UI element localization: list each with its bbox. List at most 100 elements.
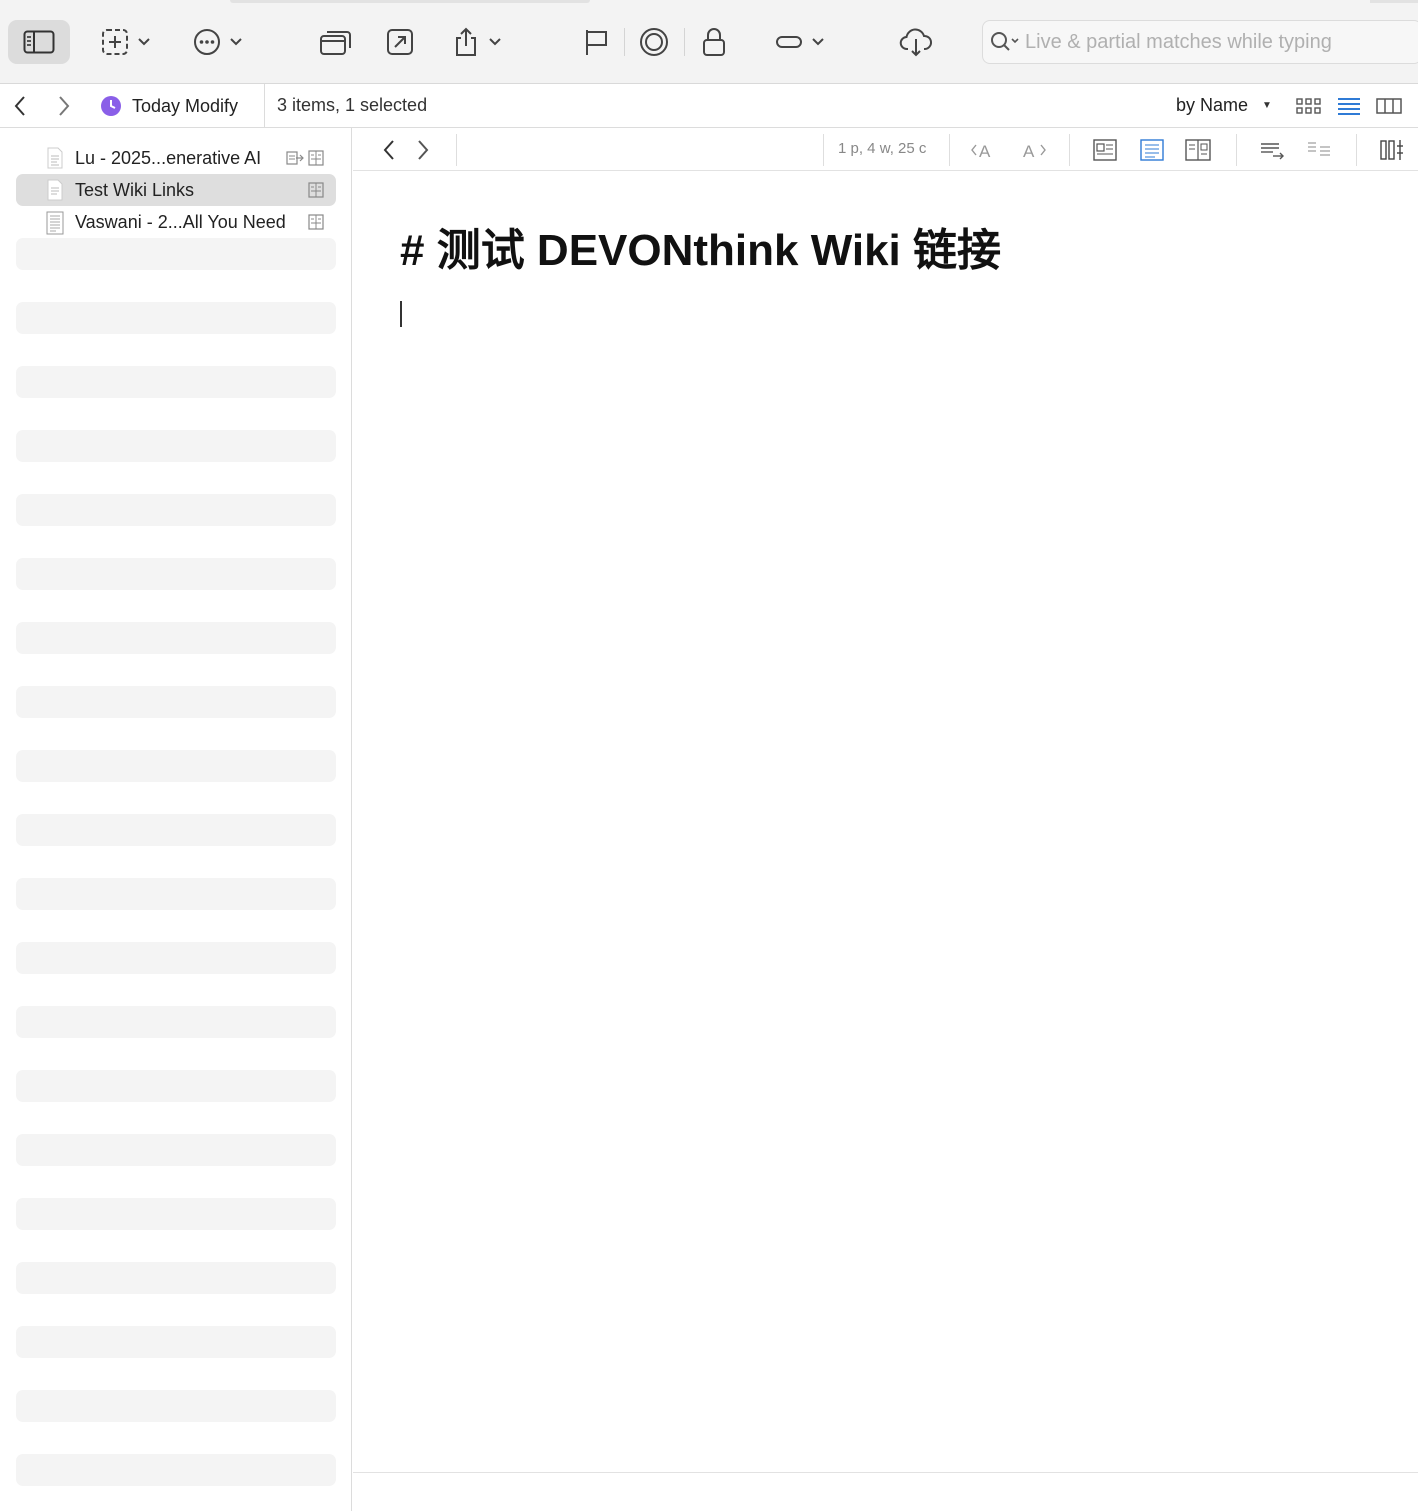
mark-button[interactable]: [636, 20, 672, 64]
split-view-icon: [1185, 139, 1211, 161]
chevron-left-icon: [383, 140, 394, 160]
document-list: Lu - 2025...enerative AI Test Wiki Links…: [0, 128, 352, 1511]
source-view-icon: [1093, 139, 1117, 161]
open-external-icon: [387, 29, 413, 55]
editor-separator: [1356, 134, 1357, 166]
editor-forward-button[interactable]: [408, 135, 438, 165]
empty-row: [16, 302, 336, 334]
main-toolbar: [0, 0, 1418, 84]
editor-back-button[interactable]: [374, 135, 404, 165]
empty-row: [16, 558, 336, 590]
sidebar-icon: [23, 30, 55, 54]
list-view-icon: [1338, 98, 1360, 115]
increase-font-icon: A: [1023, 142, 1046, 160]
insert-text-icon: [1261, 143, 1284, 160]
empty-row: [16, 878, 336, 910]
new-item-button[interactable]: [96, 20, 156, 64]
text-cursor: [400, 301, 402, 327]
list-item-label: Test Wiki Links: [75, 180, 195, 200]
list-view-button[interactable]: [1334, 92, 1364, 120]
selection-status: 3 items, 1 selected: [277, 95, 428, 115]
list-item-label: Vaswani - 2...All You Need: [75, 212, 286, 232]
label-icon: [776, 36, 802, 48]
empty-row: [16, 1262, 336, 1294]
text-view-icon: [1140, 139, 1164, 161]
empty-row: [16, 430, 336, 462]
column-view-button[interactable]: [1374, 92, 1404, 120]
link-out-icon: [286, 151, 304, 165]
window-top-accent-right: [1370, 0, 1418, 3]
document-editor: 1 p, 4 w, 25 c A A # 测试 DEVONthink Wiki …: [353, 128, 1418, 1511]
open-window-button[interactable]: [316, 20, 356, 64]
empty-row: [16, 1006, 336, 1038]
outline-icon: [1308, 142, 1330, 156]
sync-button[interactable]: [896, 20, 936, 64]
markdown-doc-icon: [47, 147, 63, 169]
increase-font-button[interactable]: A: [1017, 135, 1051, 165]
back-button[interactable]: [6, 92, 34, 120]
text-view-button[interactable]: [1137, 135, 1167, 165]
split-view-button[interactable]: [1183, 135, 1213, 165]
chevron-down-icon: [812, 38, 824, 46]
chevron-right-icon: [418, 140, 429, 160]
svg-text:A: A: [979, 142, 991, 160]
empty-row: [16, 494, 336, 526]
insert-link-button[interactable]: [1257, 135, 1287, 165]
list-item-label: Lu - 2025...enerative AI: [75, 148, 262, 168]
format-bar-icon: [1380, 140, 1403, 160]
empty-row: [16, 1198, 336, 1230]
more-actions-icon: [194, 29, 220, 55]
annotation-icon: [308, 150, 324, 166]
source-view-button[interactable]: [1090, 135, 1120, 165]
empty-row: [16, 1390, 336, 1422]
share-button[interactable]: [446, 20, 508, 64]
open-external-button[interactable]: [382, 20, 418, 64]
path-bar: Today Modify 3 items, 1 selected by Name…: [0, 84, 1418, 128]
lock-button[interactable]: [696, 20, 732, 64]
chevron-down-icon: [138, 38, 150, 46]
document-heading[interactable]: # 测试 DEVONthink Wiki 链接: [400, 214, 1001, 278]
toggle-sidebar-button[interactable]: [8, 20, 70, 64]
svg-text:A: A: [1023, 142, 1035, 160]
editor-separator: [1236, 134, 1237, 166]
sync-icon: [899, 28, 932, 57]
flag-button[interactable]: [578, 20, 614, 64]
window-top-accent: [230, 0, 590, 3]
list-item[interactable]: Vaswani - 2...All You Need: [16, 206, 336, 238]
list-item[interactable]: Lu - 2025...enerative AI: [16, 142, 336, 174]
search-input[interactable]: [1025, 30, 1405, 54]
search-field[interactable]: [982, 20, 1418, 64]
editor-separator: [1069, 134, 1070, 166]
decrease-font-icon: A: [971, 142, 991, 160]
editor-bottom-border: [353, 1472, 1418, 1473]
toolbar-separator: [684, 28, 685, 56]
empty-row: [16, 1134, 336, 1166]
flag-icon: [586, 30, 607, 55]
forward-button[interactable]: [50, 92, 78, 120]
editor-separator: [823, 134, 824, 166]
more-actions-button[interactable]: [188, 20, 248, 64]
chevron-down-icon: [230, 38, 242, 46]
grid-view-icon: [1296, 98, 1321, 114]
sort-menu[interactable]: by Name ▼: [1176, 95, 1272, 116]
chevron-left-icon: [14, 96, 25, 116]
markdown-doc-icon: [47, 179, 63, 201]
sort-label: by Name: [1176, 95, 1249, 115]
column-view-icon: [1376, 98, 1402, 114]
smart-group-crumb[interactable]: Today Modify: [100, 92, 238, 120]
editor-separator: [949, 134, 950, 166]
editor-separator: [456, 134, 457, 166]
caret-down-icon: ▼: [1262, 100, 1272, 111]
lock-icon: [703, 28, 725, 56]
annotation-icon: [308, 182, 324, 198]
list-item-selected[interactable]: Test Wiki Links: [16, 174, 336, 206]
decrease-font-button[interactable]: A: [968, 135, 1002, 165]
label-button[interactable]: [768, 20, 832, 64]
smart-group-clock-icon: [101, 96, 121, 116]
outline-button[interactable]: [1304, 135, 1334, 165]
format-bar-button[interactable]: [1377, 135, 1407, 165]
chevron-right-icon: [59, 96, 70, 116]
empty-row: [16, 366, 336, 398]
share-icon: [456, 27, 476, 56]
icon-view-button[interactable]: [1294, 92, 1324, 120]
